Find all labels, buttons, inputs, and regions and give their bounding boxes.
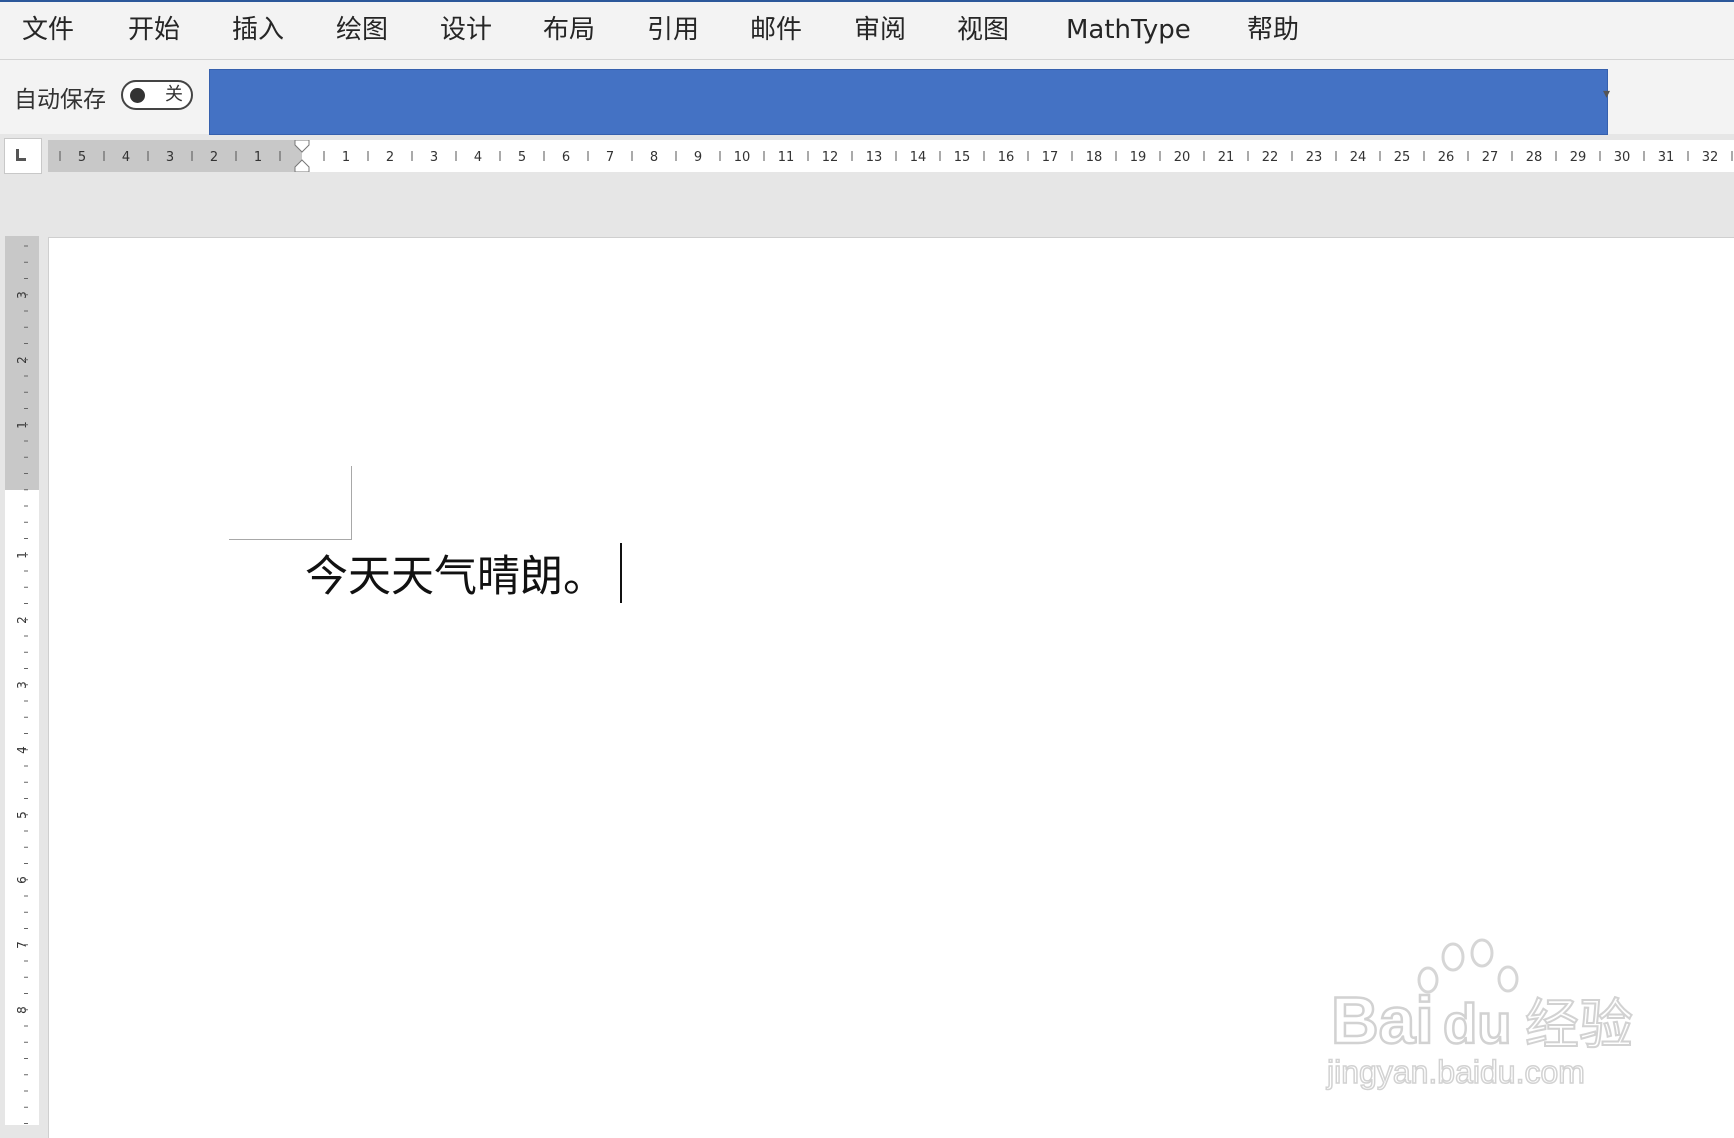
menu-tab-insert[interactable]: 插入: [232, 8, 284, 52]
ruler-number: 1: [342, 150, 350, 165]
menu-tab-view[interactable]: 视图: [957, 8, 1009, 52]
menu-tab-home[interactable]: 开始: [128, 8, 180, 52]
ruler-number: 3: [430, 150, 438, 165]
ruler-number: 2: [386, 150, 394, 165]
ruler-number: 32: [1702, 150, 1719, 165]
menu-tab-review[interactable]: 审阅: [854, 8, 906, 52]
ruler-number: 23: [1306, 150, 1323, 165]
workspace-background: [0, 176, 1734, 238]
ruler-number: 7: [606, 150, 614, 165]
vertical-ruler[interactable]: 432112345678: [5, 236, 39, 1125]
ruler-number: 20: [1174, 150, 1191, 165]
ruler-number: 22: [1262, 150, 1279, 165]
watermark-product: 经验: [1525, 993, 1633, 1056]
horizontal-ruler[interactable]: 5 4 3 2 1 1 2 3 4 5 6 7 8 9 10 11 12 13 14 15 16 17 18 19 20 21 22…: [48, 140, 1734, 172]
ruler-number: 26: [1438, 150, 1455, 165]
menu-tab-design[interactable]: 设计: [440, 8, 492, 52]
ruler-number: 4: [474, 150, 482, 165]
autosave-state-text: 关: [165, 84, 183, 105]
menu-tab-draw[interactable]: 绘图: [336, 8, 388, 52]
ruler-number: 16: [998, 150, 1015, 165]
left-tab-stop-icon: [16, 149, 26, 161]
ruler-number: 10: [734, 150, 751, 165]
document-text[interactable]: 今天天气晴朗。: [305, 542, 606, 604]
document-paragraph[interactable]: 今天天气晴朗。: [305, 543, 622, 603]
ruler-number: 3: [166, 150, 174, 165]
tab-selector-button[interactable]: [4, 138, 42, 174]
autosave-toggle[interactable]: 关: [121, 80, 193, 110]
autosave-label: 自动保存: [14, 87, 106, 113]
ruler-number: 19: [1130, 150, 1147, 165]
watermark-url: jingyan.baidu.com: [1326, 1054, 1585, 1090]
ruler-number: 9: [694, 150, 702, 165]
menu-tab-help[interactable]: 帮助: [1247, 8, 1299, 52]
ruler-number: 12: [822, 150, 839, 165]
ruler-number: 8: [650, 150, 658, 165]
menu-tab-references[interactable]: 引用: [647, 8, 699, 52]
ruler-number: 11: [778, 150, 795, 165]
ruler-number: 6: [562, 150, 570, 165]
ruler-number: 15: [954, 150, 971, 165]
watermark-brand-tail: du: [1443, 992, 1511, 1055]
menu-tab-mailings[interactable]: 邮件: [750, 8, 802, 52]
redacted-title-banner: [209, 69, 1608, 135]
menu-tab-file[interactable]: 文件: [22, 8, 74, 52]
baidu-jingyan-watermark: Bai du 经验 jingyan.baidu.com: [1325, 938, 1634, 1091]
ruler-number: 27: [1482, 150, 1499, 165]
ruler-number: 30: [1614, 150, 1631, 165]
ruler-number: 13: [866, 150, 883, 165]
title-bar: 自动保存 关 ▾: [0, 60, 1734, 135]
ruler-number: 1: [254, 150, 262, 165]
ruler-number: 28: [1526, 150, 1543, 165]
ruler-number: 21: [1218, 150, 1235, 165]
ribbon-menu-bar: 文件 开始 插入 绘图 设计 布局 引用 邮件 审阅 视图 MathType 帮…: [0, 0, 1734, 60]
text-insertion-cursor: [620, 543, 622, 603]
ruler-number: 31: [1658, 150, 1675, 165]
ruler-number: 18: [1086, 150, 1103, 165]
ruler-number: 29: [1570, 150, 1587, 165]
watermark-brand: Bai: [1331, 983, 1434, 1057]
title-overflow-glyph-icon: ▾: [1603, 86, 1611, 102]
menu-tab-layout[interactable]: 布局: [543, 8, 595, 52]
ruler-number: 25: [1394, 150, 1411, 165]
ruler-number: 4: [122, 150, 130, 165]
toggle-knob-icon: [130, 88, 145, 103]
ruler-number: 5: [518, 150, 526, 165]
page-margin-corner-mark: [229, 466, 352, 540]
ruler-number: 5: [78, 150, 86, 165]
ruler-number: 17: [1042, 150, 1059, 165]
ruler-number: 24: [1350, 150, 1367, 165]
menu-tab-mathtype[interactable]: MathType: [1066, 8, 1191, 52]
ruler-number: 2: [210, 150, 218, 165]
ruler-number: 14: [910, 150, 927, 165]
